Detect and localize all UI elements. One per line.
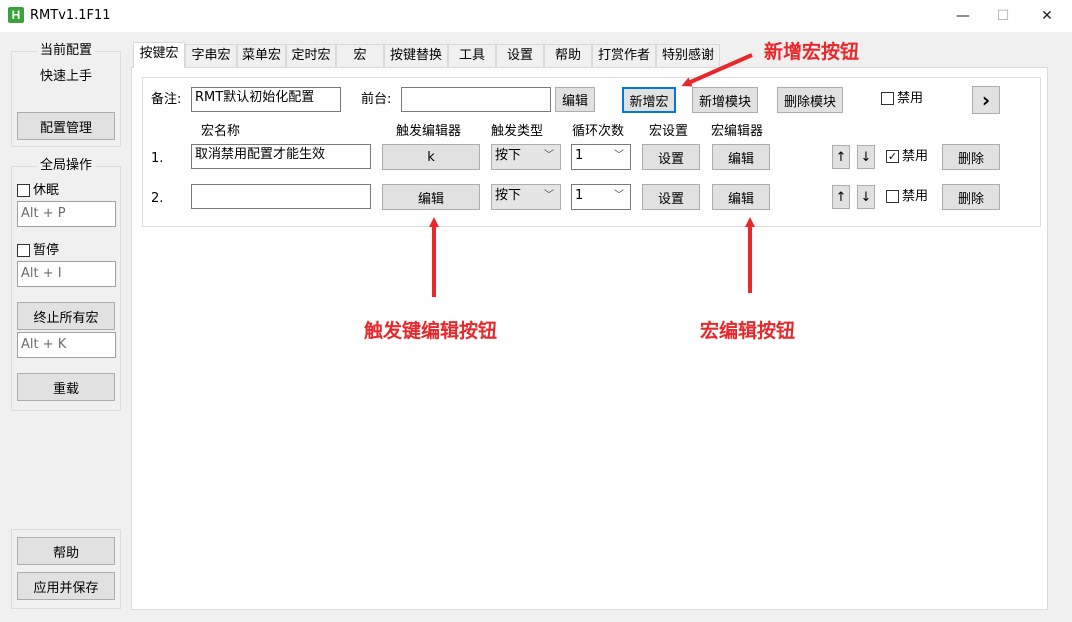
pause-label: 暂停 (33, 243, 60, 258)
macro-settings-button[interactable]: 设置 (642, 184, 700, 210)
delete-module-button[interactable]: 删除模块 (777, 87, 843, 113)
loop-count-value: 1 (575, 148, 584, 163)
next-page-button[interactable]: › (972, 86, 1000, 114)
header-trigger-type: 触发类型 (491, 124, 544, 139)
header-trigger-editor: 触发编辑器 (396, 124, 462, 139)
window-title: RMTv1.1F11 (30, 8, 111, 23)
tab-macro[interactable]: 宏 (336, 44, 384, 68)
delete-row-button[interactable]: 删除 (942, 144, 1000, 170)
tab-timer-macro[interactable]: 定时宏 (286, 44, 336, 68)
macro-name-input[interactable]: 取消禁用配置才能生效 (191, 144, 371, 169)
row-disable-label: 禁用 (902, 189, 929, 204)
sleep-label: 休眠 (33, 183, 60, 198)
loop-count-select[interactable]: 1 ﹀ (571, 184, 631, 210)
tab-string-macro[interactable]: 字串宏 (185, 44, 237, 68)
stop-all-button[interactable]: 终止所有宏 (17, 302, 115, 330)
annotation-macro-edit: 宏编辑按钮 (700, 320, 796, 342)
trigger-type-select[interactable]: 按下 ﹀ (491, 144, 561, 170)
annotation-trigger-edit: 触发键编辑按钮 (364, 320, 498, 342)
row-disable-checkbox[interactable]: ✓ (886, 150, 899, 163)
move-down-button[interactable]: ↓ (857, 185, 875, 209)
tab-help[interactable]: 帮助 (544, 44, 592, 68)
sleep-checkbox[interactable] (17, 184, 30, 197)
app-icon: H (8, 7, 24, 23)
row-disable-label: 禁用 (902, 149, 929, 164)
close-icon[interactable]: ✕ (1024, 0, 1070, 32)
loop-count-value: 1 (575, 188, 584, 203)
current-config-title: 当前配置 (37, 43, 96, 59)
chevron-down-icon: ﹀ (544, 190, 554, 201)
tab-menu-macro[interactable]: 菜单宏 (237, 44, 286, 68)
add-macro-button[interactable]: 新增宏 (622, 87, 676, 113)
tab-donate[interactable]: 打赏作者 (592, 44, 656, 68)
note-input[interactable]: RMT默认初始化配置 (191, 87, 341, 112)
chevron-down-icon: ﹀ (544, 150, 554, 161)
sleep-hotkey-field[interactable]: Alt + P (17, 201, 116, 227)
tab-settings[interactable]: 设置 (496, 44, 544, 68)
foreground-edit-button[interactable]: 编辑 (555, 87, 595, 112)
move-up-button[interactable]: ↑ (832, 145, 850, 169)
help-button[interactable]: 帮助 (17, 537, 115, 565)
macro-settings-button[interactable]: 设置 (642, 144, 700, 170)
trigger-type-value: 按下 (495, 188, 522, 203)
maximize-icon[interactable]: ☐ (980, 0, 1026, 32)
foreground-input[interactable] (401, 87, 551, 112)
loop-count-select[interactable]: 1 ﹀ (571, 144, 631, 170)
trigger-key-button[interactable]: 编辑 (382, 184, 480, 210)
tab-thanks[interactable]: 特别感谢 (656, 44, 720, 68)
chevron-down-icon: ﹀ (614, 190, 624, 201)
note-label: 备注: (151, 92, 182, 107)
foreground-label: 前台: (361, 92, 392, 107)
title-bar: H RMTv1.1F11 — ☐ ✕ (0, 0, 1072, 32)
row-index: 2. (151, 191, 164, 206)
trigger-key-button[interactable]: k (382, 144, 480, 170)
macro-editor-button[interactable]: 编辑 (712, 184, 770, 210)
config-manage-button[interactable]: 配置管理 (17, 112, 115, 140)
pause-checkbox[interactable] (17, 244, 30, 257)
global-ops-title: 全局操作 (37, 158, 96, 174)
reload-button[interactable]: 重载 (17, 373, 115, 401)
macro-name-input[interactable] (191, 184, 371, 209)
macro-editor-button[interactable]: 编辑 (712, 144, 770, 170)
header-macro-editor: 宏编辑器 (711, 124, 764, 139)
row-index: 1. (151, 151, 164, 166)
move-down-button[interactable]: ↓ (857, 145, 875, 169)
module-disable-label: 禁用 (897, 91, 924, 106)
stop-all-hotkey-field[interactable]: Alt + K (17, 332, 116, 358)
move-up-button[interactable]: ↑ (832, 185, 850, 209)
header-loop-count: 循环次数 (572, 124, 625, 139)
chevron-down-icon: ﹀ (614, 150, 624, 161)
header-name: 宏名称 (201, 124, 241, 139)
trigger-type-select[interactable]: 按下 ﹀ (491, 184, 561, 210)
delete-row-button[interactable]: 删除 (942, 184, 1000, 210)
annotation-add-macro: 新增宏按钮 (764, 41, 860, 63)
tab-key-macro[interactable]: 按键宏 (133, 42, 185, 68)
header-macro-settings: 宏设置 (649, 124, 689, 139)
apply-save-button[interactable]: 应用并保存 (17, 572, 115, 600)
tab-key-replace[interactable]: 按键替换 (384, 44, 448, 68)
current-config-value: 快速上手 (40, 69, 93, 84)
tab-tools[interactable]: 工具 (448, 44, 496, 68)
module-disable-checkbox[interactable] (881, 92, 894, 105)
trigger-type-value: 按下 (495, 148, 522, 163)
add-module-button[interactable]: 新增模块 (692, 87, 758, 113)
pause-hotkey-field[interactable]: Alt + I (17, 261, 116, 287)
row-disable-checkbox[interactable] (886, 190, 899, 203)
